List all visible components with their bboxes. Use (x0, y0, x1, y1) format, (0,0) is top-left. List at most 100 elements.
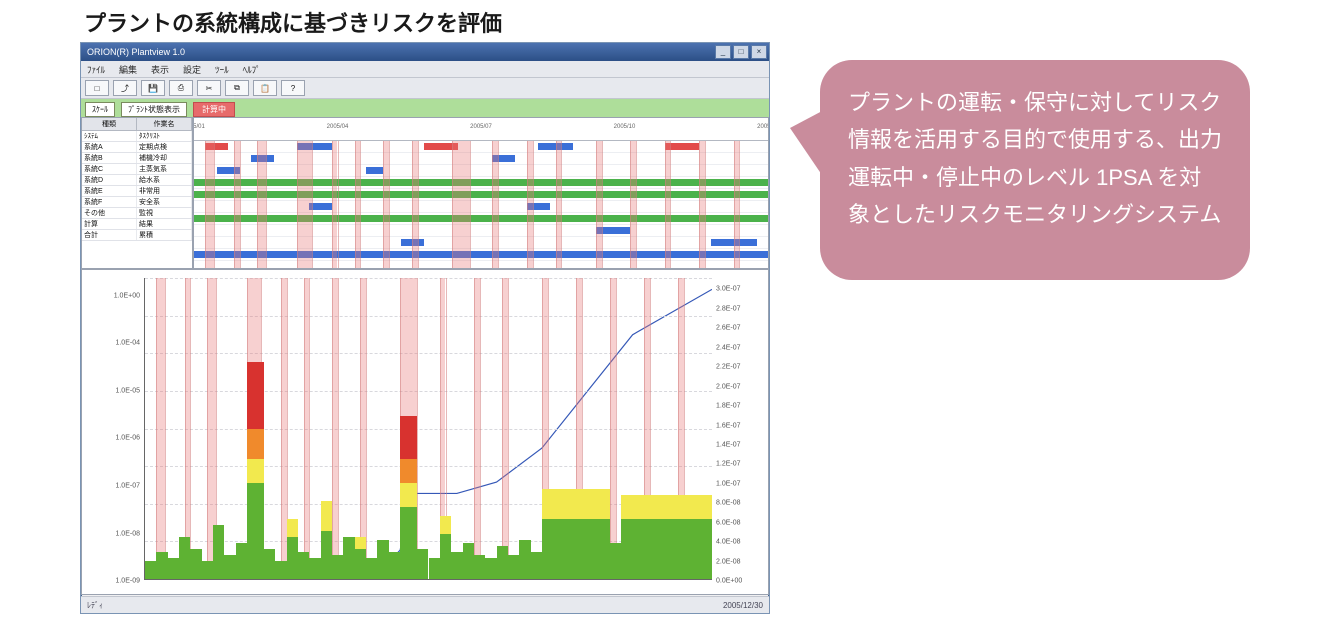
gantt-segment[interactable] (205, 143, 228, 150)
y-tick-left: 1.0E-05 (115, 387, 140, 394)
risk-bar[interactable] (417, 278, 428, 579)
risk-bar[interactable] (179, 278, 190, 579)
menu-tool[interactable]: ﾂｰﾙ (215, 63, 229, 76)
task-list-row[interactable]: 系統E非常用 (82, 186, 192, 197)
risk-bar[interactable] (298, 278, 309, 579)
gantt-segment[interactable] (297, 143, 331, 150)
menu-help[interactable]: ﾍﾙﾌﾟ (243, 63, 261, 76)
task-list-row[interactable]: 系統A定期点検 (82, 142, 192, 153)
risk-bar-stack (247, 483, 264, 579)
risk-bar-stack (400, 416, 417, 458)
gantt-row (194, 165, 768, 177)
tb-copy-icon[interactable]: ⧉ (225, 80, 249, 96)
risk-bar[interactable] (377, 278, 388, 579)
menu-view[interactable]: 表示 (151, 63, 169, 76)
col-header-name[interactable]: 作業名 (137, 118, 192, 130)
risk-bar[interactable] (508, 278, 519, 579)
task-list-panel[interactable]: 種類 作業名 ｼｽﾃﾑﾀｽｸﾘｽﾄ系統A定期点検系統B補機冷却系統C主蒸気系系統… (81, 117, 193, 269)
risk-bar[interactable] (519, 278, 530, 579)
gantt-row (194, 249, 768, 261)
y-tick-right: 1.2E-07 (716, 461, 741, 468)
risk-bar[interactable] (440, 278, 451, 579)
risk-bar[interactable] (429, 278, 440, 579)
task-list-row[interactable]: 計算結果 (82, 219, 192, 230)
gantt-segment[interactable] (194, 215, 768, 222)
gantt-panel[interactable]: 2005/012005/042005/072005/102005/12 (193, 117, 769, 269)
description-callout: プラントの運転・保守に対してリスク情報を活用する目的で使用する、出力運転中・停止… (820, 60, 1250, 280)
risk-bar[interactable] (321, 278, 332, 579)
risk-bar-stack (519, 540, 530, 579)
chip-scale[interactable]: ｽｹｰﾙ (85, 102, 115, 117)
risk-bar[interactable] (621, 278, 712, 579)
risk-bar[interactable] (213, 278, 224, 579)
col-header-type[interactable]: 種類 (82, 118, 137, 130)
risk-bar[interactable] (343, 278, 354, 579)
task-list-row[interactable]: 系統B補機冷却 (82, 153, 192, 164)
risk-bar[interactable] (309, 278, 320, 579)
gantt-segment[interactable] (217, 167, 240, 174)
menu-file[interactable]: ﾌｧｲﾙ (87, 63, 105, 76)
gantt-segment[interactable] (366, 167, 383, 174)
chip-plant[interactable]: ﾌﾟﾗﾝﾄ状態表示 (121, 102, 187, 117)
y-tick-right: 1.8E-07 (716, 403, 741, 410)
risk-bar[interactable] (389, 278, 400, 579)
gantt-segment[interactable] (527, 203, 550, 210)
tb-save-icon[interactable]: 💾 (141, 80, 165, 96)
risk-bar[interactable] (355, 278, 366, 579)
risk-bar[interactable] (485, 278, 496, 579)
task-list-row[interactable]: 系統D給水系 (82, 175, 192, 186)
tb-open-icon[interactable]: ⤴ (113, 80, 137, 96)
risk-bar[interactable] (264, 278, 275, 579)
risk-bar-stack (332, 555, 343, 579)
risk-chart-panel[interactable]: 1.0E+001.0E-041.0E-051.0E-061.0E-071.0E-… (81, 269, 769, 595)
task-list-cell: 系統F (82, 197, 137, 207)
task-list-row[interactable]: 合計累積 (82, 230, 192, 241)
risk-bar[interactable] (497, 278, 508, 579)
gantt-segment[interactable] (194, 251, 768, 258)
task-list-row[interactable]: ｼｽﾃﾑﾀｽｸﾘｽﾄ (82, 131, 192, 142)
tb-new-icon[interactable]: □ (85, 80, 109, 96)
task-list-row[interactable]: 系統F安全系 (82, 197, 192, 208)
task-list-cell: 系統A (82, 142, 137, 152)
risk-bar-stack (610, 543, 621, 579)
risk-bar[interactable] (156, 278, 167, 579)
risk-bar[interactable] (332, 278, 343, 579)
risk-bar[interactable] (275, 278, 286, 579)
gantt-segment[interactable] (251, 155, 274, 162)
risk-bar[interactable] (168, 278, 179, 579)
maximize-icon[interactable]: □ (733, 45, 749, 59)
risk-bar[interactable] (463, 278, 474, 579)
minimize-icon[interactable]: _ (715, 45, 731, 59)
risk-bar[interactable] (202, 278, 213, 579)
risk-bar[interactable] (236, 278, 247, 579)
risk-bar[interactable] (400, 278, 417, 579)
menu-edit[interactable]: 編集 (119, 63, 137, 76)
tb-cut-icon[interactable]: ✂ (197, 80, 221, 96)
risk-bar[interactable] (451, 278, 462, 579)
tb-print-icon[interactable]: ⎙ (169, 80, 193, 96)
menu-setting[interactable]: 設定 (183, 63, 201, 76)
task-list-cell: 系統D (82, 175, 137, 185)
risk-bar[interactable] (145, 278, 156, 579)
risk-bar[interactable] (224, 278, 235, 579)
risk-bar[interactable] (542, 278, 610, 579)
risk-bar[interactable] (287, 278, 298, 579)
risk-bar[interactable] (366, 278, 377, 579)
gantt-segment[interactable] (194, 191, 768, 198)
risk-bar[interactable] (190, 278, 201, 579)
risk-bar[interactable] (247, 278, 264, 579)
risk-bar[interactable] (474, 278, 485, 579)
task-list-row[interactable]: その他監視 (82, 208, 192, 219)
risk-bar-stack (531, 552, 542, 579)
tb-paste-icon[interactable]: 📋 (253, 80, 277, 96)
risk-bar-stack (542, 489, 610, 519)
title-bar[interactable]: ORION(R) Plantview 1.0 _ □ × (81, 43, 769, 61)
close-icon[interactable]: × (751, 45, 767, 59)
risk-bar[interactable] (531, 278, 542, 579)
y-tick-right: 2.4E-07 (716, 344, 741, 351)
task-list-row[interactable]: 系統C主蒸気系 (82, 164, 192, 175)
risk-bar[interactable] (610, 278, 621, 579)
gantt-segment[interactable] (194, 179, 768, 186)
gantt-segment[interactable] (492, 155, 515, 162)
tb-help-icon[interactable]: ? (281, 80, 305, 96)
